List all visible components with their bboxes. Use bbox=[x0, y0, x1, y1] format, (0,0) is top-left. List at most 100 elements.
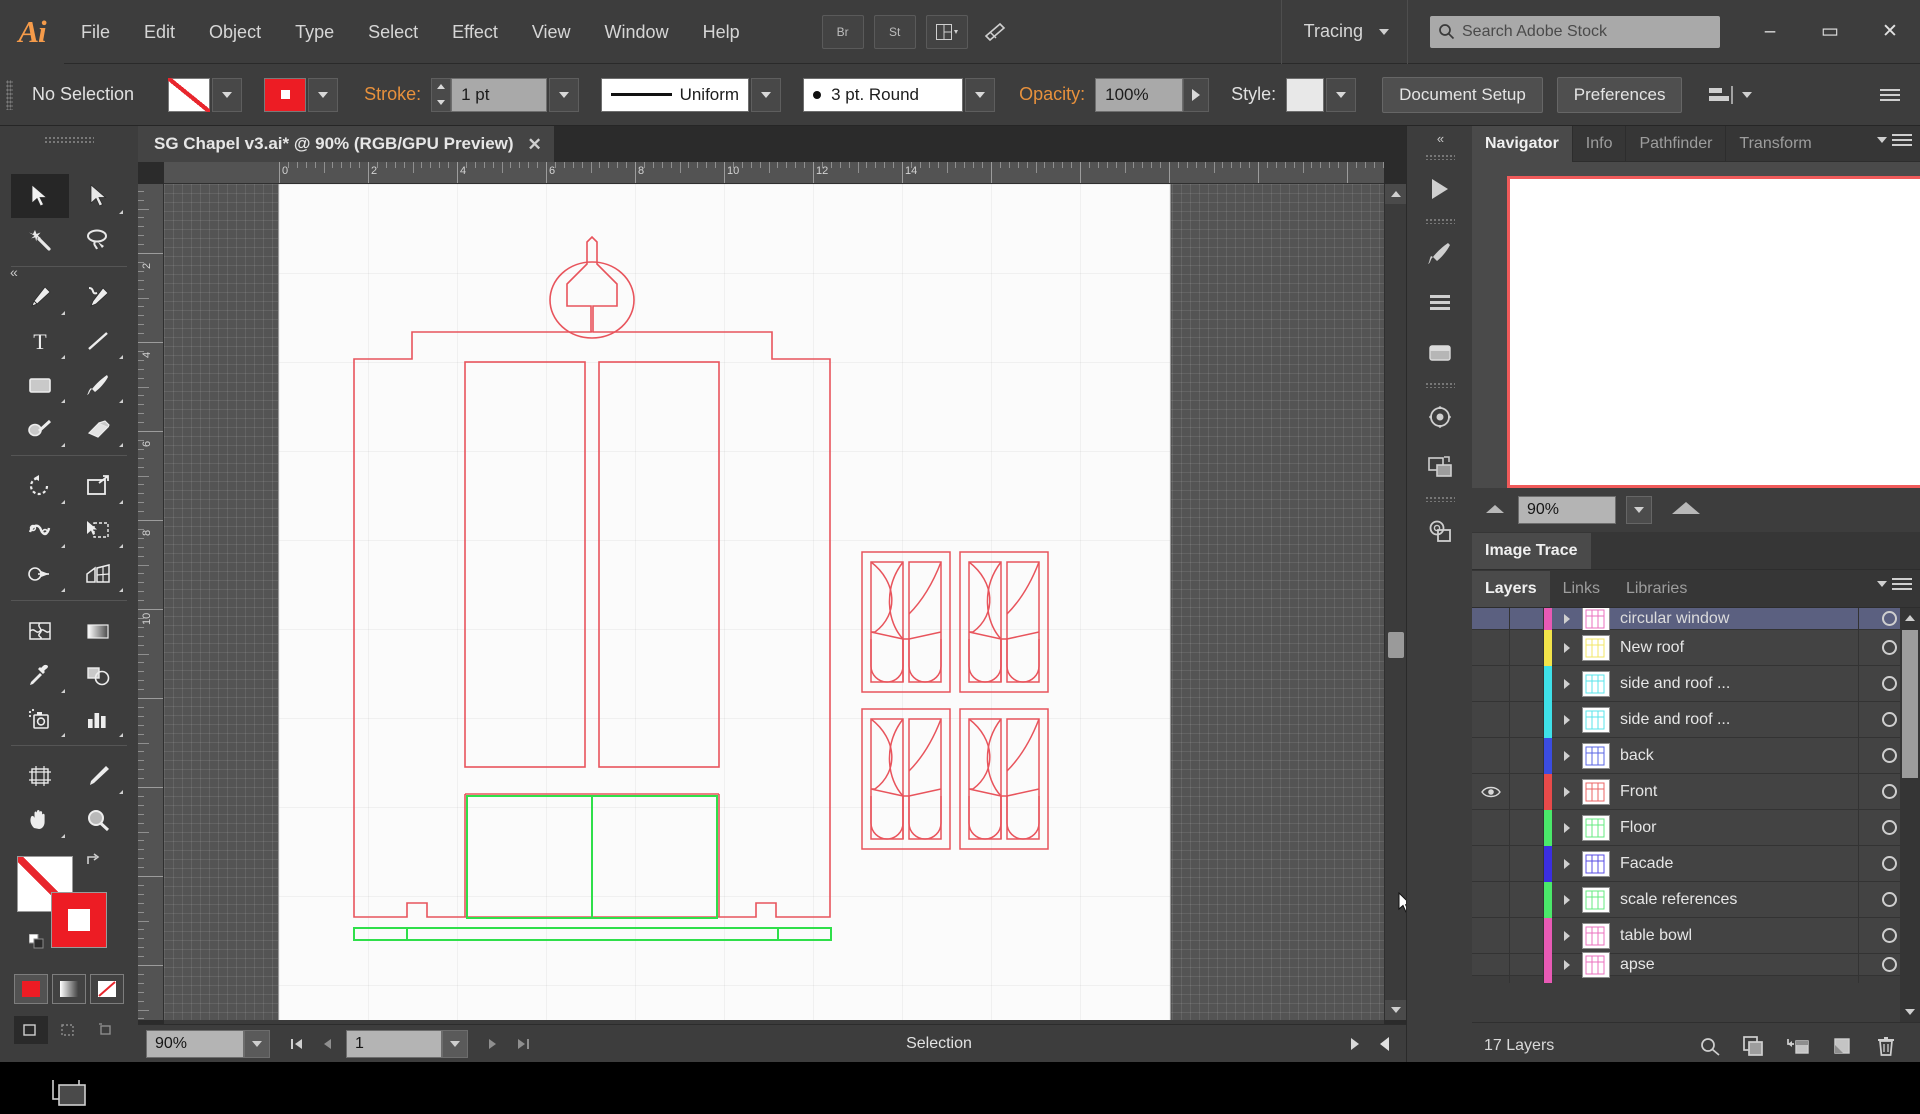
panel-icon-symbols[interactable] bbox=[1407, 278, 1473, 328]
stroke-swatch[interactable] bbox=[264, 77, 307, 112]
navigator-panel-menu-button[interactable] bbox=[1877, 134, 1912, 146]
vertical-scroll-thumb[interactable] bbox=[1388, 632, 1404, 658]
tab-links[interactable]: Links bbox=[1550, 571, 1613, 607]
navigator-zoom-dropdown[interactable] bbox=[1626, 496, 1652, 524]
fill-color-control[interactable] bbox=[168, 77, 243, 112]
vertical-ruler[interactable]: 2 4 6 8 10 bbox=[138, 184, 164, 1020]
layer-lock-toggle[interactable] bbox=[1510, 809, 1544, 846]
shape-builder-tool[interactable] bbox=[11, 552, 69, 596]
status-text[interactable]: Selection bbox=[538, 1035, 1340, 1053]
navigator-thumbnail[interactable] bbox=[1507, 176, 1920, 488]
menu-select[interactable]: Select bbox=[351, 0, 435, 64]
status-flyout-button[interactable] bbox=[1340, 1025, 1370, 1063]
brush-definition-dropdown[interactable] bbox=[965, 77, 996, 112]
layers-scroll-up[interactable] bbox=[1900, 608, 1920, 628]
next-artboard-button[interactable] bbox=[478, 1025, 508, 1063]
curvature-tool[interactable] bbox=[69, 275, 127, 319]
strip-grip-1[interactable] bbox=[1407, 150, 1472, 164]
graphic-style-control[interactable] bbox=[1286, 77, 1357, 112]
scale-tool[interactable] bbox=[69, 464, 127, 508]
menu-help[interactable]: Help bbox=[686, 0, 757, 64]
selection-tool[interactable] bbox=[11, 174, 69, 218]
brush-definition-control[interactable]: 3 pt. Round bbox=[803, 77, 996, 112]
tab-pathfinder[interactable]: Pathfinder bbox=[1625, 125, 1725, 162]
brush-definition-value[interactable]: 3 pt. Round bbox=[803, 77, 964, 112]
document-setup-button[interactable]: Document Setup bbox=[1382, 76, 1543, 113]
layer-row[interactable]: Floor bbox=[1472, 809, 1920, 846]
tab-navigator[interactable]: Navigator bbox=[1472, 125, 1572, 162]
menu-edit[interactable]: Edit bbox=[127, 0, 192, 64]
layer-row[interactable]: circular window bbox=[1472, 608, 1920, 637]
rectangle-tool[interactable] bbox=[11, 363, 69, 407]
horizontal-ruler[interactable]: 0 2 4 6 8 10 12 14 bbox=[164, 162, 1384, 184]
layers-list[interactable]: circular window New roof side and roof ...… bbox=[1472, 608, 1920, 1022]
hand-tool[interactable] bbox=[11, 798, 69, 842]
opacity-value[interactable]: 100% bbox=[1095, 77, 1184, 112]
layer-expand-arrow[interactable] bbox=[1552, 630, 1582, 666]
layer-row[interactable]: side and roof ... bbox=[1472, 665, 1920, 702]
column-graph-tool[interactable] bbox=[69, 697, 127, 741]
scroll-down-button[interactable] bbox=[1385, 1000, 1406, 1020]
layer-expand-arrow[interactable] bbox=[1552, 846, 1582, 882]
artboard[interactable] bbox=[279, 184, 1170, 1020]
navigator-zoom-value[interactable]: 90% bbox=[1518, 496, 1616, 524]
stock-icon[interactable]: St bbox=[873, 14, 916, 49]
panel-icon-color-guide[interactable] bbox=[1407, 164, 1473, 214]
layer-expand-arrow[interactable] bbox=[1552, 702, 1582, 738]
adobe-stock-search[interactable]: Search Adobe Stock bbox=[1430, 15, 1720, 48]
draw-normal-icon[interactable] bbox=[14, 1016, 48, 1044]
tab-transform[interactable]: Transform bbox=[1725, 125, 1824, 162]
magic-wand-tool[interactable] bbox=[11, 218, 69, 262]
eraser-tool[interactable] bbox=[69, 407, 127, 451]
default-fill-stroke-icon[interactable] bbox=[28, 933, 45, 950]
first-artboard-button[interactable] bbox=[282, 1025, 312, 1063]
stroke-color-swatch[interactable] bbox=[51, 892, 107, 948]
symbol-sprayer-tool[interactable] bbox=[11, 697, 69, 741]
layer-row[interactable]: back bbox=[1472, 737, 1920, 774]
layer-lock-toggle[interactable] bbox=[1510, 773, 1544, 810]
eyedropper-tool[interactable] bbox=[11, 653, 69, 697]
stroke-profile-dropdown[interactable] bbox=[751, 77, 782, 112]
tab-layers[interactable]: Layers bbox=[1472, 570, 1550, 607]
swap-fill-stroke-icon[interactable] bbox=[85, 852, 101, 868]
layer-lock-toggle[interactable] bbox=[1510, 845, 1544, 882]
layer-visibility-toggle-off[interactable] bbox=[1472, 946, 1510, 983]
minimize-button[interactable]: – bbox=[1740, 0, 1800, 64]
artboard-dropdown[interactable] bbox=[442, 1029, 468, 1058]
status-zoom-dropdown[interactable] bbox=[244, 1029, 270, 1058]
blend-tool[interactable] bbox=[69, 653, 127, 697]
panel-icon-artboards[interactable] bbox=[1407, 442, 1473, 492]
pen-tool[interactable] bbox=[11, 275, 69, 319]
layer-visibility-toggle-off[interactable] bbox=[1472, 845, 1510, 882]
layers-panel-menu-button[interactable] bbox=[1877, 578, 1912, 590]
layer-expand-arrow[interactable] bbox=[1552, 666, 1582, 702]
layer-lock-toggle[interactable] bbox=[1510, 881, 1544, 918]
scroll-up-button[interactable] bbox=[1385, 184, 1406, 204]
direct-selection-tool[interactable] bbox=[69, 174, 127, 218]
menu-object[interactable]: Object bbox=[192, 0, 278, 64]
workspace-switcher[interactable]: Tracing bbox=[1280, 0, 1408, 64]
layer-expand-arrow[interactable] bbox=[1552, 774, 1582, 810]
status-zoom-value[interactable]: 90% bbox=[146, 1029, 244, 1058]
graphic-style-dropdown[interactable] bbox=[1326, 77, 1357, 112]
menu-effect[interactable]: Effect bbox=[435, 0, 515, 64]
fill-dropdown-button[interactable] bbox=[212, 77, 243, 112]
rotate-tool[interactable] bbox=[11, 464, 69, 508]
panel-icon-transparency[interactable] bbox=[1407, 392, 1473, 442]
stroke-profile-value[interactable]: Uniform bbox=[601, 77, 750, 112]
previous-artboard-button[interactable] bbox=[312, 1025, 342, 1063]
strip-grip-2[interactable] bbox=[1407, 214, 1472, 228]
stroke-weight-dropdown[interactable] bbox=[549, 77, 580, 112]
layer-row[interactable]: Facade bbox=[1472, 845, 1920, 882]
layer-row[interactable]: side and roof ... bbox=[1472, 701, 1920, 738]
layer-lock-toggle[interactable] bbox=[1510, 665, 1544, 702]
panels-collapse-icon[interactable]: « bbox=[1407, 126, 1472, 150]
free-transform-tool[interactable] bbox=[69, 508, 127, 552]
shaper-tool[interactable] bbox=[11, 407, 69, 451]
navigator-panel[interactable]: 90% bbox=[1472, 162, 1920, 532]
stroke-weight-stepper[interactable] bbox=[431, 77, 452, 112]
stroke-weight-control[interactable]: 1 pt bbox=[431, 77, 580, 112]
paintbrush-tool[interactable] bbox=[69, 363, 127, 407]
stroke-dropdown-button[interactable] bbox=[308, 77, 339, 112]
stroke-color-control[interactable] bbox=[264, 77, 339, 112]
